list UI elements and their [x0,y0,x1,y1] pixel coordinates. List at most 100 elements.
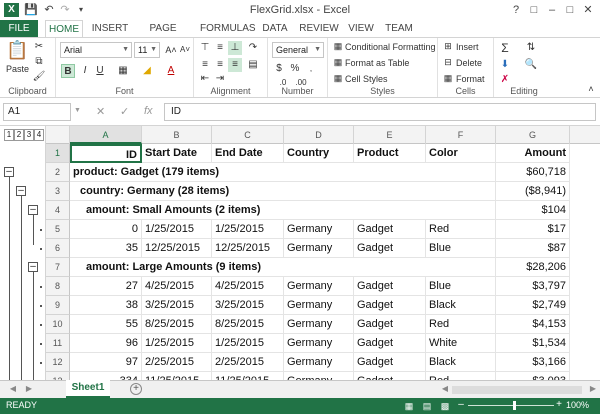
group-amount-cell[interactable]: ($8,941) [496,182,570,201]
data-cell[interactable]: Red [426,372,496,380]
data-cell[interactable]: Germany [284,353,354,372]
align-center-icon[interactable]: ≡ [213,58,227,72]
zoom-in-icon[interactable]: + [552,398,566,412]
column-header-f[interactable]: F [426,126,496,144]
scroll-right-icon[interactable]: ▶ [586,382,600,396]
data-cell[interactable]: 3/25/2015 [142,296,212,315]
select-all-corner[interactable] [46,126,70,144]
find-select-icon[interactable]: 🔍 [524,58,538,72]
data-cell[interactable]: Gadget [354,353,426,372]
customize-qa-icon[interactable]: ▾ [74,3,88,17]
scroll-left-icon[interactable]: ◀ [438,382,452,396]
header-cell[interactable]: End Date [212,144,284,163]
tab-page-layout[interactable]: PAGE LAYOUT [134,20,192,51]
row-header[interactable]: 5 [46,220,70,239]
outline-level-1-button[interactable]: 1 [4,129,14,141]
clear-icon[interactable]: ✗ [498,73,512,87]
data-cell[interactable]: $3,093 [496,372,570,380]
percent-icon[interactable]: % [288,62,302,76]
column-header-a[interactable]: A [70,126,142,144]
maximize-icon[interactable]: □ [562,2,578,18]
data-cell[interactable]: Germany [284,239,354,258]
sheet-tab-sheet1[interactable]: Sheet1 [66,380,110,398]
format-as-table-button[interactable]: Format as Table [345,58,409,68]
row-header[interactable]: 12 [46,353,70,372]
excel-logo-icon[interactable]: X [4,3,19,17]
cell-styles-button[interactable]: Cell Styles [345,74,388,84]
data-cell[interactable]: 1/25/2015 [212,334,284,353]
ribbon-display-icon[interactable]: □ [526,2,542,18]
row-header[interactable]: 2 [46,163,70,182]
help-icon[interactable]: ? [508,2,524,18]
tab-insert[interactable]: INSERT [90,20,130,37]
data-cell[interactable]: Gadget [354,315,426,334]
align-right-icon[interactable]: ≡ [228,58,242,72]
data-cell[interactable]: 12/25/2015 [142,239,212,258]
data-cell[interactable]: Germany [284,334,354,353]
row-header[interactable]: 7 [46,258,70,277]
data-cell[interactable]: White [426,334,496,353]
row-header[interactable]: 1 [46,144,70,163]
italic-icon[interactable]: I [78,64,92,78]
minimize-icon[interactable]: – [544,2,560,18]
undo-icon[interactable]: ↶ [42,3,56,17]
data-cell[interactable]: $17 [496,220,570,239]
autosum-icon[interactable]: Σ [498,41,512,55]
collapse-group-icon[interactable]: – [28,262,38,272]
fill-color-icon[interactable]: ◢ [140,64,154,78]
row-header[interactable]: 13 [46,372,70,380]
cut-icon[interactable]: ✂ [32,40,46,54]
data-cell[interactable]: 35 [70,239,142,258]
collapse-group-icon[interactable]: – [28,205,38,215]
data-cell[interactable]: Gadget [354,372,426,380]
data-cell[interactable]: 11/25/2015 [142,372,212,380]
insert-button[interactable]: Insert [456,42,479,52]
format-button[interactable]: Format [456,74,485,84]
data-cell[interactable]: 8/25/2015 [212,315,284,334]
horizontal-scrollbar[interactable] [452,386,582,394]
page-layout-view-icon[interactable]: ▤ [420,399,434,413]
wrap-text-icon[interactable]: ↷ [246,41,260,55]
data-cell[interactable]: 11/25/2015 [212,372,284,380]
group-amount-cell[interactable]: $28,206 [496,258,570,277]
tab-view[interactable]: VIEW [346,20,376,37]
group-amount-cell[interactable]: $104 [496,201,570,220]
top-align-icon[interactable]: ⊤ [198,41,212,55]
add-sheet-icon[interactable]: + [130,383,142,395]
data-cell[interactable]: Gadget [354,239,426,258]
data-cell[interactable]: 8/25/2015 [142,315,212,334]
normal-view-icon[interactable]: ▦ [402,399,416,413]
bold-icon[interactable]: B [61,64,75,78]
cancel-icon[interactable]: ✕ [96,105,105,118]
data-cell[interactable]: $3,166 [496,353,570,372]
sort-filter-icon[interactable]: ⇅ [524,41,538,55]
tab-review[interactable]: REVIEW [298,20,340,37]
data-cell[interactable]: Blue [426,239,496,258]
conditional-formatting-button[interactable]: Conditional Formatting [345,42,436,52]
header-cell[interactable]: Color [426,144,496,163]
column-header-c[interactable]: C [212,126,284,144]
font-name-select[interactable]: Arial ▼ [60,42,132,58]
merge-center-icon[interactable]: ▤ [246,58,260,72]
zoom-out-icon[interactable]: – [454,398,468,412]
group-header-cell[interactable]: amount: Large Amounts (9 items) [70,258,496,277]
row-header[interactable]: 9 [46,296,70,315]
name-box-dropdown-icon[interactable]: ▼ [74,107,81,114]
delete-button[interactable]: Delete [456,58,482,68]
shrink-font-icon[interactable]: A˅ [178,43,192,57]
paste-button[interactable]: Paste [6,64,29,74]
group-header-cell[interactable]: product: Gadget (179 items) [70,163,496,182]
column-header-b[interactable]: B [142,126,212,144]
collapse-ribbon-icon[interactable]: ˄ [584,82,598,96]
data-cell[interactable]: Gadget [354,334,426,353]
page-break-view-icon[interactable]: ▩ [438,399,452,413]
redo-icon[interactable]: ↷ [58,3,72,17]
zoom-level[interactable]: 100% [566,400,589,410]
data-cell[interactable]: Blue [426,277,496,296]
tab-home[interactable]: HOME [45,20,83,38]
row-header[interactable]: 10 [46,315,70,334]
number-format-select[interactable]: General ▼ [272,42,324,58]
comma-icon[interactable]: , [304,62,318,76]
font-color-icon[interactable]: A [164,64,178,78]
enter-icon[interactable]: ✓ [120,105,129,118]
